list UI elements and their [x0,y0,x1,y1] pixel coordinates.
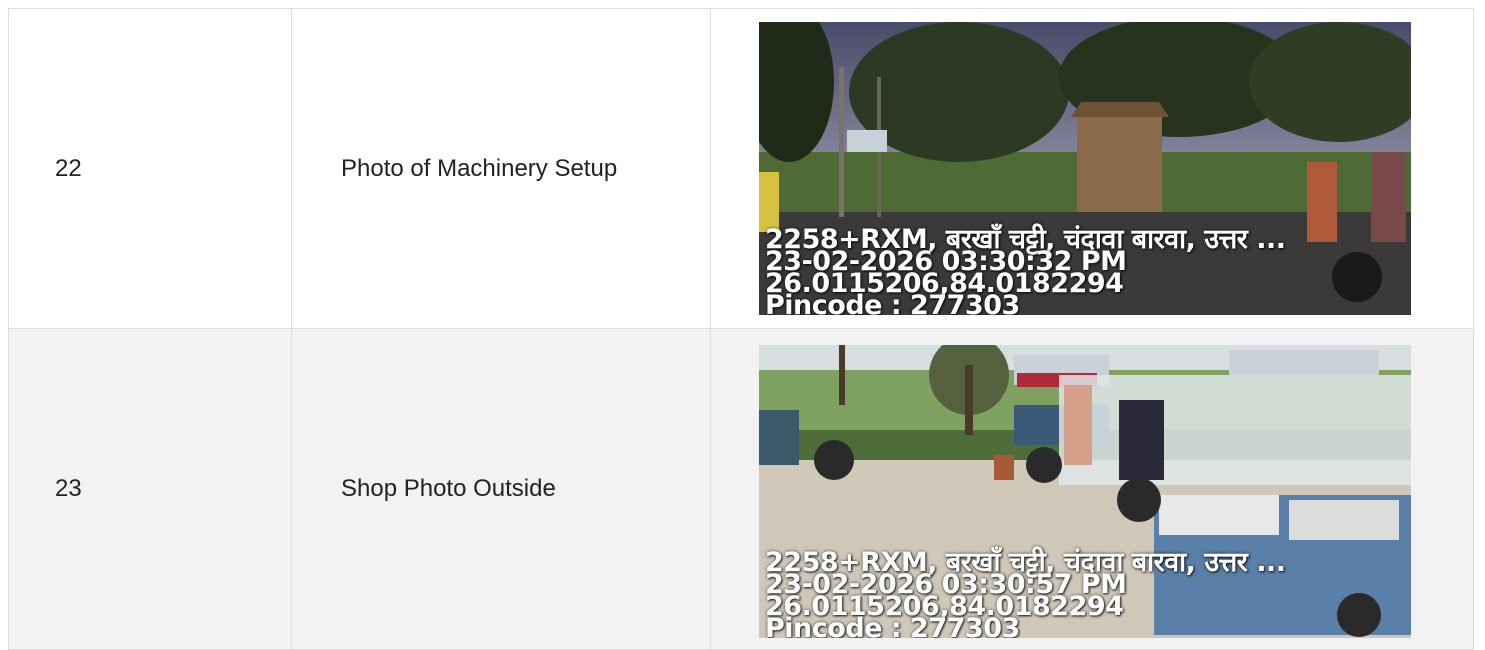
machinery-setup-photo[interactable]: 2258+RXM, बरखाँ चट्टी, चंदावा बारवा, उत्… [759,22,1411,315]
photo-cell: 2258+RXM, बरखाँ चट्टी, चंदावा बारवा, उत्… [710,8,1474,329]
geotag-overlay: 2258+RXM, बरखाँ चट्टी, चंदावा बारवा, उत्… [765,549,1286,638]
table-row: 22 Photo of Machinery Setup 2258+RXM, बर… [8,8,1474,329]
shop-outside-photo[interactable]: 2258+RXM, बरखाँ चट्टी, चंदावा बारवा, उत्… [759,344,1411,638]
row-number: 22 [8,8,292,329]
row-label: Photo of Machinery Setup [291,8,711,329]
table-row: 23 Shop Photo Outside 2258+RXM, बरखाँ चट… [8,328,1474,650]
row-number: 23 [8,328,292,650]
row-label: Shop Photo Outside [291,328,711,650]
photo-table: 22 Photo of Machinery Setup 2258+RXM, बर… [8,8,1474,650]
geotag-overlay: 2258+RXM, बरखाँ चट्टी, चंदावा बारवा, उत्… [765,226,1286,315]
photo-cell: 2258+RXM, बरखाँ चट्टी, चंदावा बारवा, उत्… [710,328,1474,650]
